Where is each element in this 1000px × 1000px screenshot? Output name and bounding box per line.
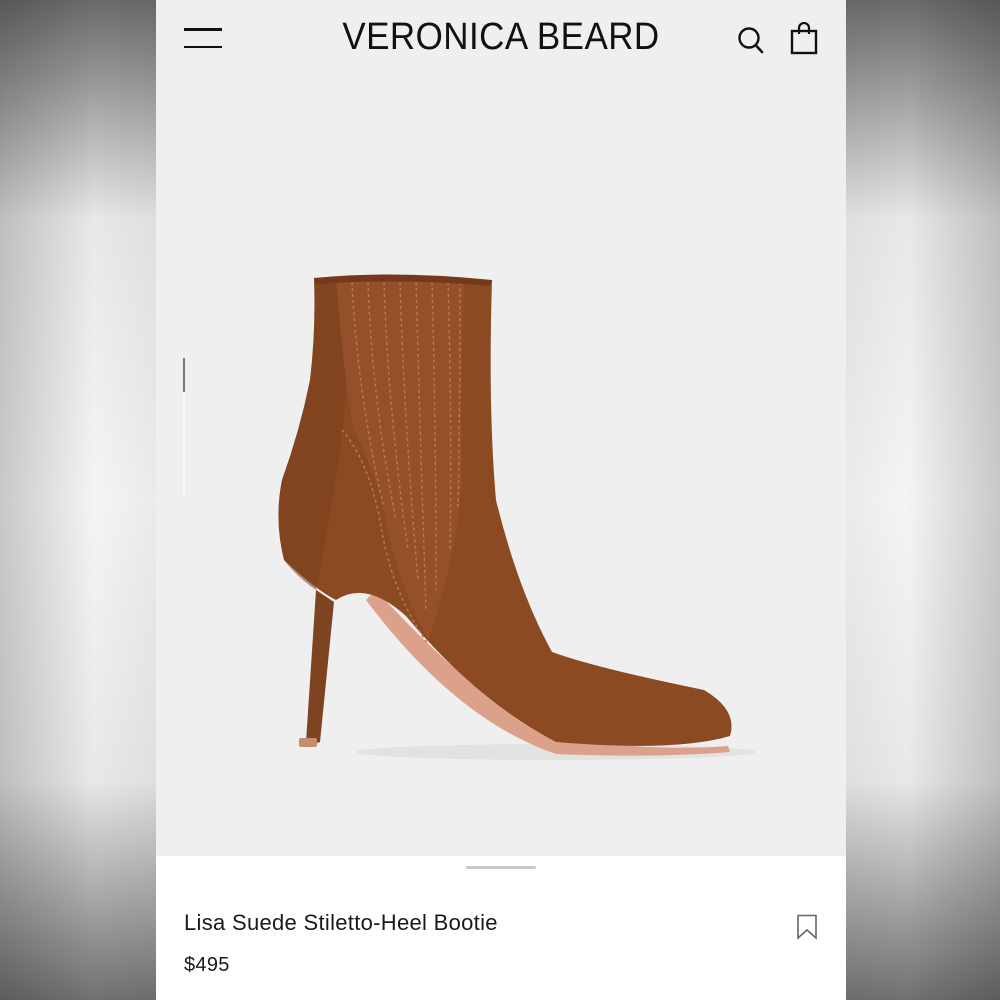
- product-name[interactable]: Lisa Suede Stiletto-Heel Bootie: [184, 910, 498, 936]
- search-icon: [738, 27, 764, 54]
- phone-screen: VERONICA BEARD Lisa Suede Stiletto-Heel …: [156, 0, 846, 1000]
- shopping-bag-icon: [790, 21, 818, 55]
- cart-button[interactable]: [788, 21, 820, 56]
- site-header: VERONICA BEARD: [156, 0, 846, 80]
- product-price: $495: [184, 954, 230, 976]
- background-left: [0, 0, 156, 1000]
- product-image[interactable]: [256, 260, 756, 770]
- background-right: [846, 0, 1000, 1000]
- product-info-panel: Lisa Suede Stiletto-Heel Bootie $495: [156, 856, 846, 1000]
- bookmark-icon: [797, 914, 817, 940]
- carousel-pager[interactable]: [466, 866, 536, 869]
- search-button[interactable]: [736, 24, 766, 56]
- image-scroll-indicator: [183, 358, 185, 494]
- brand-logo[interactable]: VERONICA BEARD: [184, 16, 819, 59]
- save-to-wishlist-button[interactable]: [796, 914, 818, 940]
